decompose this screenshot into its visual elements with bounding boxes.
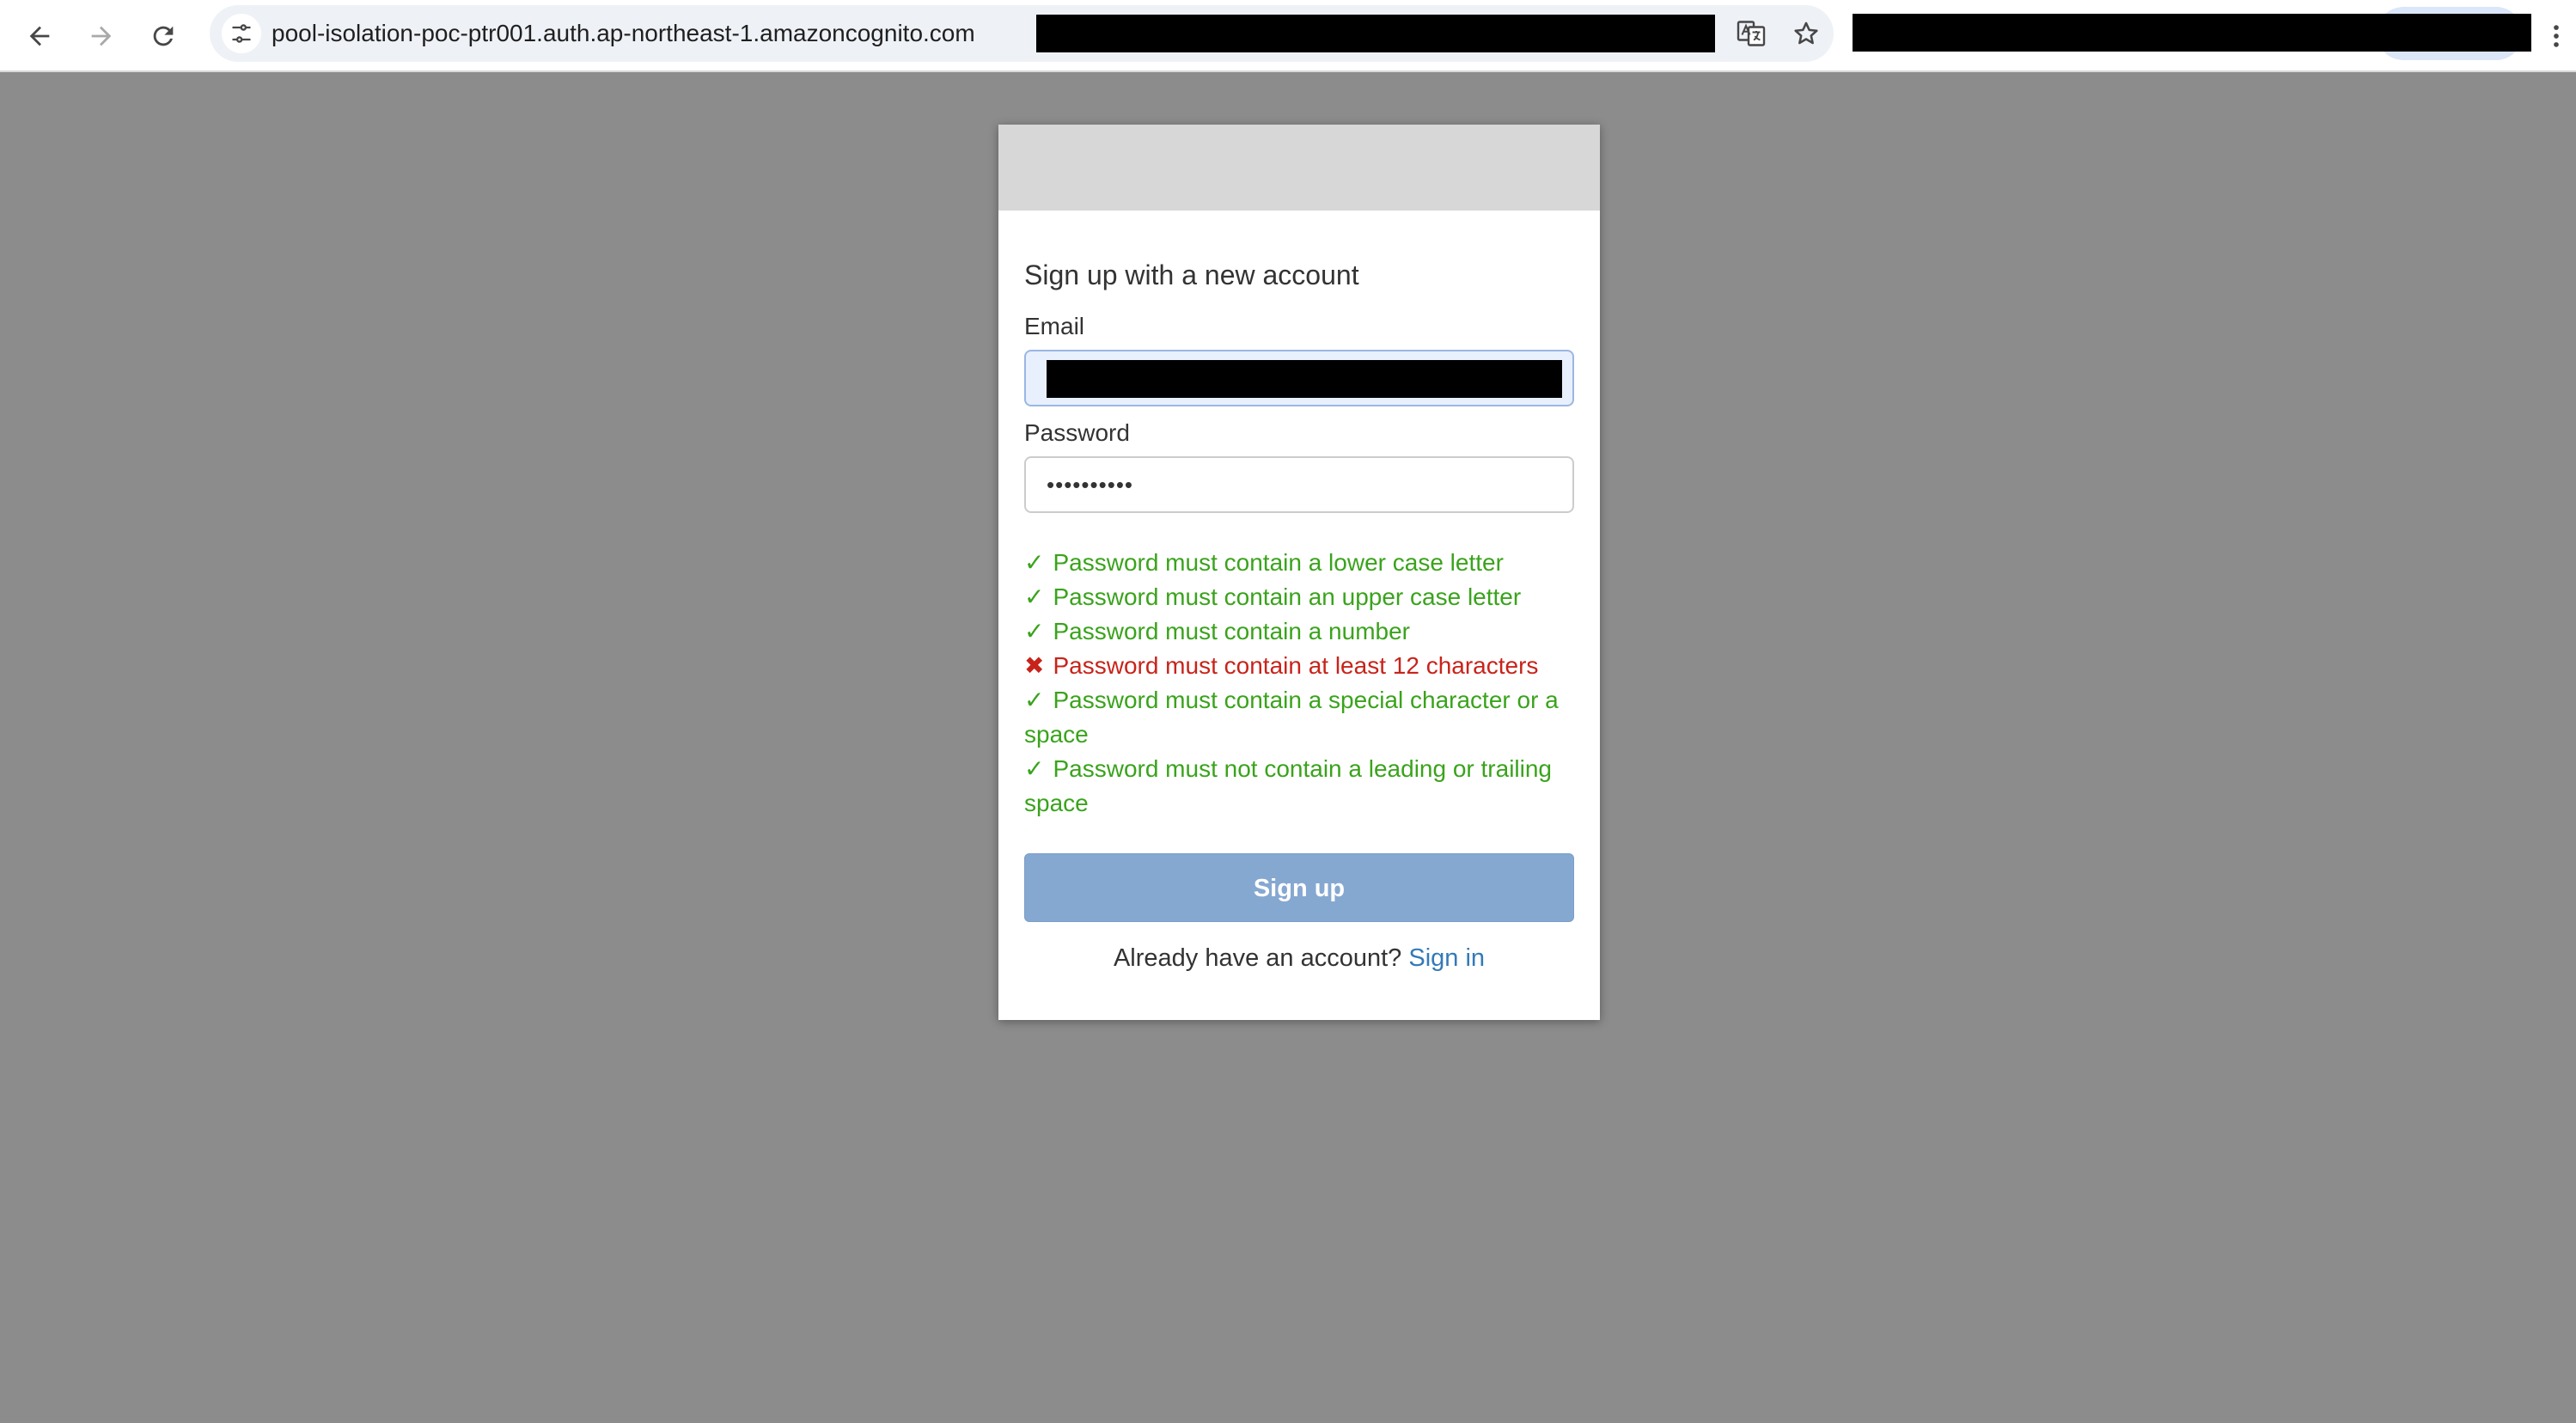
redacted-block [1853, 14, 2531, 52]
arrow-left-icon [29, 26, 50, 46]
translate-icon [1737, 21, 1766, 46]
password-label: Password [1024, 419, 1130, 446]
signup-card: Sign up with a new account Email Passwor… [998, 125, 1600, 1020]
password-field[interactable]: •••••••••• [1024, 456, 1574, 513]
email-label: Email [1024, 313, 1085, 339]
redacted-block [1047, 360, 1562, 398]
requirement-text: Password must not contain a leading or t… [1024, 755, 1553, 816]
bookmark-button[interactable] [1787, 15, 1825, 52]
password-value: •••••••••• [1047, 472, 1134, 498]
check-icon: ✓ [1024, 549, 1045, 576]
requirement-length: ✖ Password must contain at least 12 chara… [1024, 649, 1574, 683]
card-banner [998, 125, 1600, 211]
cross-icon: ✖ [1024, 652, 1045, 679]
reload-icon [153, 26, 174, 46]
email-field[interactable] [1024, 350, 1574, 406]
signin-row: Already have an account? Sign in [1024, 941, 1574, 975]
card-body: Sign up with a new account Email Passwor… [998, 259, 1600, 975]
check-icon: ✓ [1024, 583, 1045, 610]
requirement-text: Password must contain a lower case lette… [1053, 549, 1504, 576]
signin-prompt: Already have an account? [1113, 944, 1402, 972]
check-icon: ✓ [1024, 618, 1045, 644]
check-icon: ✓ [1024, 755, 1045, 782]
back-button[interactable] [14, 10, 65, 62]
address-bar[interactable]: pool-isolation-poc-ptr001.auth.ap-northe… [210, 5, 1834, 62]
requirement-text: Password must contain at least 12 charac… [1053, 652, 1539, 679]
redacted-block [1036, 15, 1715, 52]
browser-toolbar: pool-isolation-poc-ptr001.auth.ap-northe… [0, 0, 2576, 72]
three-dots-vertical-icon [2554, 25, 2559, 47]
signup-button[interactable]: Sign up [1024, 853, 1574, 922]
signin-link[interactable]: Sign in [1408, 944, 1485, 972]
browser-menu-button[interactable] [2543, 10, 2569, 62]
requirement-no-leading-trailing-space: ✓ Password must not contain a leading or … [1024, 752, 1574, 821]
requirement-text: Password must contain a number [1053, 618, 1410, 644]
requirement-text: Password must contain a special characte… [1024, 687, 1559, 748]
site-info-button[interactable] [222, 14, 261, 53]
check-icon: ✓ [1024, 687, 1045, 713]
url-text[interactable]: pool-isolation-poc-ptr001.auth.ap-northe… [272, 5, 975, 62]
page-title: Sign up with a new account [1024, 260, 1359, 290]
requirement-text: Password must contain an upper case lett… [1053, 583, 1522, 610]
star-icon [1794, 21, 1818, 45]
arrow-right-icon [91, 26, 112, 46]
translate-button[interactable] [1732, 15, 1770, 52]
tune-icon [232, 24, 251, 43]
forward-button[interactable] [76, 10, 127, 62]
requirement-special-character: ✓ Password must contain a special charact… [1024, 683, 1574, 752]
reload-button[interactable] [137, 10, 189, 62]
requirement-uppercase: ✓ Password must contain an upper case let… [1024, 580, 1574, 614]
password-requirements: ✓ Password must contain a lower case lett… [1024, 546, 1574, 821]
requirement-lowercase: ✓ Password must contain a lower case lett… [1024, 546, 1574, 580]
requirement-number: ✓ Password must contain a number [1024, 614, 1574, 649]
